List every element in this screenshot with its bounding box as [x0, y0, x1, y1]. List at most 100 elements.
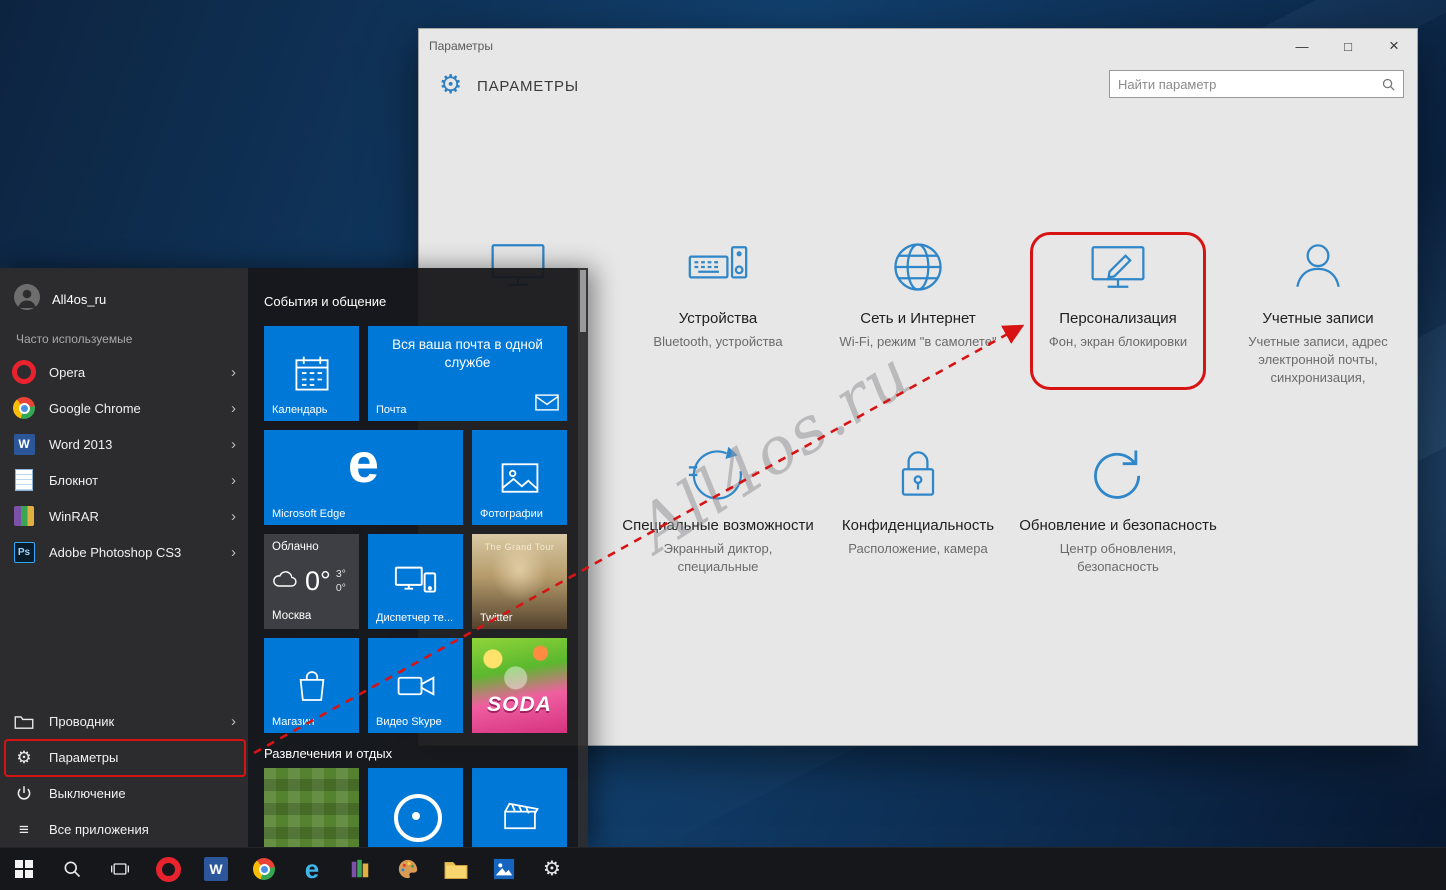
- taskbar-photos-button[interactable]: [480, 848, 528, 890]
- paint-palette-icon: [398, 859, 418, 879]
- minimize-button[interactable]: —: [1279, 29, 1325, 63]
- taskbar-chrome-button[interactable]: [240, 848, 288, 890]
- frequent-apps-label: Часто используемые: [16, 332, 133, 346]
- ease-of-access-icon: [618, 441, 818, 507]
- settings-search-box: [1109, 70, 1404, 98]
- privacy-lock-icon: [818, 441, 1018, 507]
- category-devices[interactable]: Устройства Bluetooth, устройства: [618, 234, 818, 351]
- scrollbar-thumb[interactable]: [580, 270, 586, 332]
- chevron-right-icon[interactable]: ›: [231, 544, 236, 561]
- app-item-opera[interactable]: Opera ›: [0, 354, 248, 390]
- category-title: Персонализация: [1059, 310, 1177, 327]
- taskbar-word-button[interactable]: W: [192, 848, 240, 890]
- all-apps-item[interactable]: ≡ Все приложения: [0, 811, 248, 847]
- category-accounts[interactable]: Учетные записи Учетные записи, адрес эле…: [1218, 234, 1418, 388]
- tile-edge[interactable]: e Microsoft Edge: [264, 430, 463, 525]
- chevron-right-icon[interactable]: ›: [231, 508, 236, 525]
- devices-icon: [618, 234, 818, 300]
- twitter-photo-caption: The Grand Tour: [484, 542, 555, 552]
- taskbar-task-view-button[interactable]: [96, 848, 144, 890]
- start-menu-scrollbar[interactable]: [578, 268, 588, 848]
- temp-high: 3°: [335, 568, 346, 581]
- power-item[interactable]: Выключение: [0, 775, 248, 811]
- app-item-notepad[interactable]: Блокнот ›: [0, 462, 248, 498]
- tile-photos[interactable]: Фотографии: [472, 430, 567, 525]
- user-profile[interactable]: All4os_ru: [14, 284, 106, 315]
- category-subtitle: Экранный диктор, специальные: [663, 541, 773, 575]
- tile-skype-video[interactable]: Видео Skype: [368, 638, 463, 733]
- category-title: Специальные возможности: [622, 517, 814, 534]
- app-item-photoshop[interactable]: Ps Adobe Photoshop CS3 ›: [0, 534, 248, 570]
- cloud-icon: [272, 570, 300, 593]
- app-item-chrome[interactable]: Google Chrome ›: [0, 390, 248, 426]
- app-item-winrar[interactable]: WinRAR ›: [0, 498, 248, 534]
- frequent-apps-list: Opera › Google Chrome › W Word 2013 › Бл…: [0, 354, 248, 570]
- category-network[interactable]: Сеть и Интернет Wi-Fi, режим "в самолете…: [818, 234, 1018, 351]
- folder-icon: [444, 862, 468, 879]
- winrar-icon: [12, 504, 36, 528]
- chevron-right-icon[interactable]: ›: [231, 400, 236, 417]
- tile-group-header: Развлечения и отдых: [264, 746, 393, 761]
- search-icon: [64, 861, 81, 878]
- temperature: 0°: [305, 566, 331, 596]
- clapperboard-icon: [472, 768, 567, 848]
- category-ease-of-access[interactable]: Специальные возможности Экранный диктор,…: [618, 441, 818, 576]
- settings-header: ⚙ ПАРАМЕТРЫ: [419, 69, 1417, 113]
- maximize-button[interactable]: □: [1325, 29, 1371, 63]
- category-subtitle: Фон, экран блокировки: [1048, 334, 1188, 349]
- tile-weather[interactable]: Облачно 0° 3° 0° Москва: [264, 534, 359, 629]
- settings-gear-icon: ⚙: [439, 69, 463, 99]
- task-view-icon: [111, 863, 129, 875]
- window-controls: — □ ×: [1279, 29, 1417, 63]
- tile-calendar[interactable]: Календарь: [264, 326, 359, 421]
- tile-store[interactable]: Магазин: [264, 638, 359, 733]
- accounts-person-icon: [1218, 234, 1418, 300]
- category-privacy[interactable]: Конфиденциальность Расположение, камера: [818, 441, 1018, 558]
- category-title: Сеть и Интернет: [860, 310, 976, 327]
- start-menu-left-panel: All4os_ru Часто используемые Opera › Goo…: [0, 268, 248, 848]
- windows-logo-icon: [15, 860, 33, 878]
- category-title: Конфиденциальность: [841, 517, 995, 534]
- tile-music[interactable]: [368, 768, 463, 848]
- tile-group-header: События и общение: [264, 294, 387, 309]
- category-personalization[interactable]: Персонализация Фон, экран блокировки: [1018, 234, 1218, 351]
- taskbar-winrar-button[interactable]: [336, 848, 384, 890]
- search-input[interactable]: [1110, 76, 1381, 92]
- tile-minecraft[interactable]: [264, 768, 359, 848]
- close-button[interactable]: ×: [1371, 29, 1417, 63]
- taskbar-file-explorer-button[interactable]: [432, 848, 480, 890]
- tile-candy-crush-soda[interactable]: SODA: [472, 638, 567, 733]
- taskbar-search-button[interactable]: [48, 848, 96, 890]
- search-icon: [1382, 78, 1395, 91]
- avatar: [14, 284, 40, 315]
- tile-twitter[interactable]: The Grand Tour Twitter: [472, 534, 567, 629]
- tile-device-manager[interactable]: Диспетчер те...: [368, 534, 463, 629]
- taskbar-opera-button[interactable]: [144, 848, 192, 890]
- gear-icon: ⚙: [543, 858, 561, 880]
- opera-icon: [12, 360, 36, 384]
- taskbar-start-button[interactable]: [0, 848, 48, 890]
- taskbar-paint-button[interactable]: [384, 848, 432, 890]
- start-menu-tiles-panel: События и общение Календарь Вся ваша поч…: [248, 268, 578, 848]
- category-subtitle: Wi-Fi, режим "в самолете": [839, 334, 997, 349]
- category-subtitle: Bluetooth, устройства: [653, 334, 783, 349]
- taskbar-edge-button[interactable]: e: [288, 848, 336, 890]
- category-update-security[interactable]: Обновление и безопасность Центр обновлен…: [1018, 441, 1218, 576]
- chevron-right-icon[interactable]: ›: [231, 472, 236, 489]
- category-subtitle: Центр обновления, безопасность: [1059, 541, 1177, 575]
- winrar-books-icon: [351, 859, 369, 878]
- update-refresh-icon: [1018, 441, 1218, 507]
- settings-item[interactable]: ⚙ Параметры: [0, 739, 248, 775]
- taskbar-settings-button[interactable]: ⚙: [528, 848, 576, 890]
- explorer-item[interactable]: Проводник ›: [0, 703, 248, 739]
- app-item-word[interactable]: W Word 2013 ›: [0, 426, 248, 462]
- chevron-right-icon[interactable]: ›: [231, 436, 236, 453]
- tile-movies-tv[interactable]: [472, 768, 567, 848]
- envelope-icon: [535, 394, 559, 416]
- window-titlebar[interactable]: Параметры — □ ×: [419, 29, 1417, 63]
- photos-icon: [493, 858, 515, 880]
- tile-mail[interactable]: Вся ваша почта в одной службе Почта: [368, 326, 567, 421]
- chevron-right-icon[interactable]: ›: [231, 364, 236, 381]
- chevron-right-icon[interactable]: ›: [231, 713, 236, 730]
- category-title: Учетные записи: [1262, 310, 1374, 327]
